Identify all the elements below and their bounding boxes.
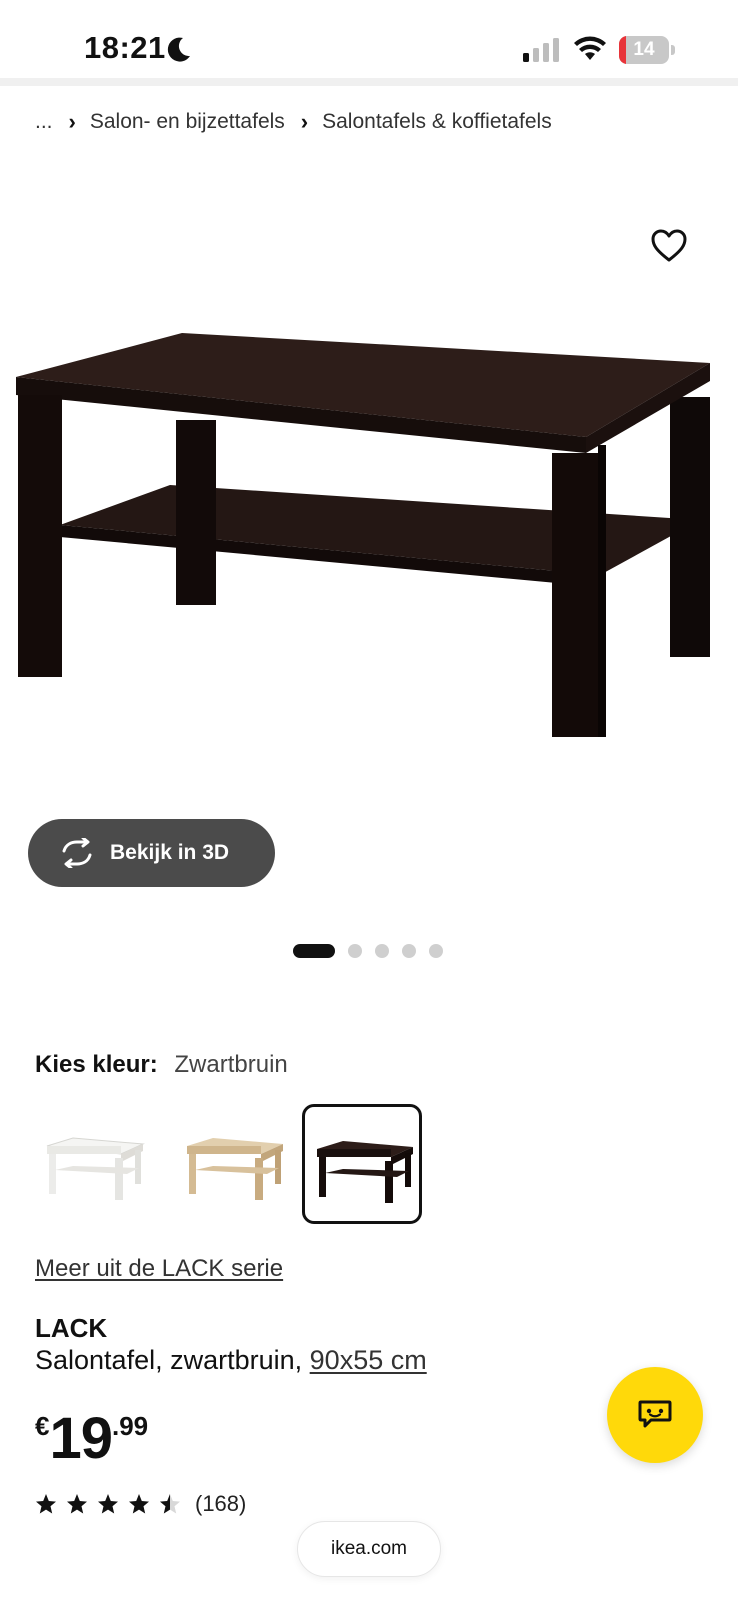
product-rating[interactable]: (168) [35,1489,246,1519]
url-bar[interactable]: ikea.com [297,1521,441,1577]
product-image[interactable] [10,325,730,755]
carousel-dot-3[interactable] [375,944,389,958]
header-divider [0,78,738,86]
battery-text: 14 [633,39,655,60]
price-integer: 19 [49,1406,113,1471]
view-3d-label: Bekijk in 3D [110,841,230,864]
carousel-dot-1[interactable] [293,944,335,958]
heart-outline-icon[interactable] [650,228,688,264]
price-decimal: .99 [111,1411,149,1441]
status-time: 18:21 [84,30,166,65]
chevron-right-icon: › [68,109,76,134]
carousel-dot-4[interactable] [402,944,416,958]
chat-button[interactable] [607,1367,703,1463]
status-bar: 18:21 14 [0,0,738,78]
series-link[interactable]: Meer uit de LACK serie [35,1255,283,1283]
product-price: €19.99 [35,1405,148,1472]
color-label-value: Zwartbruin [174,1051,288,1078]
breadcrumb-item-salon-bijzettafels[interactable]: Salon- en bijzettafels [90,110,285,134]
product-description: Salontafel, zwartbruin, 90x55 cm [35,1345,427,1376]
carousel-dots [293,943,456,959]
battery-charging-icon: 14 [619,36,675,64]
table-thumbnail-white [46,1137,145,1200]
breadcrumb-item-salontafels-koffietafels[interactable]: Salontafels & koffietafels [322,110,552,134]
price-currency: € [35,1411,50,1441]
breadcrumb-ellipsis[interactable]: ... [35,110,53,134]
chat-bubble-icon [638,1400,672,1428]
table-thumbnail-oak [187,1138,283,1200]
rotate-3d-icon [62,838,92,868]
rating-stars-icon [36,1494,180,1514]
color-swatch-oak[interactable] [175,1104,295,1224]
battery-cap [671,45,675,55]
battery-body: 14 [619,36,669,64]
product-description-text: Salontafel, zwartbruin, [35,1345,303,1375]
wifi-icon [574,36,606,60]
color-swatch-black-brown[interactable] [302,1104,422,1224]
carousel-dot-2[interactable] [348,944,362,958]
breadcrumb: ... › Salon- en bijzettafels › Salontafe… [35,104,552,140]
cellular-signal-icon [523,38,559,62]
color-chooser-label: Kies kleur: Zwartbruin [35,1051,288,1079]
table-thumbnail-black-brown [317,1141,413,1203]
chevron-right-icon: › [300,109,309,134]
rating-count: (168) [195,1491,247,1516]
moon-icon [167,37,190,62]
carousel-dot-5[interactable] [429,944,443,958]
color-label-key: Kies kleur: [35,1051,158,1078]
product-size-link[interactable]: 90x55 cm [310,1345,427,1375]
view-3d-button[interactable]: Bekijk in 3D [28,819,275,887]
product-name: LACK [35,1313,108,1343]
color-swatch-white[interactable] [35,1104,155,1224]
